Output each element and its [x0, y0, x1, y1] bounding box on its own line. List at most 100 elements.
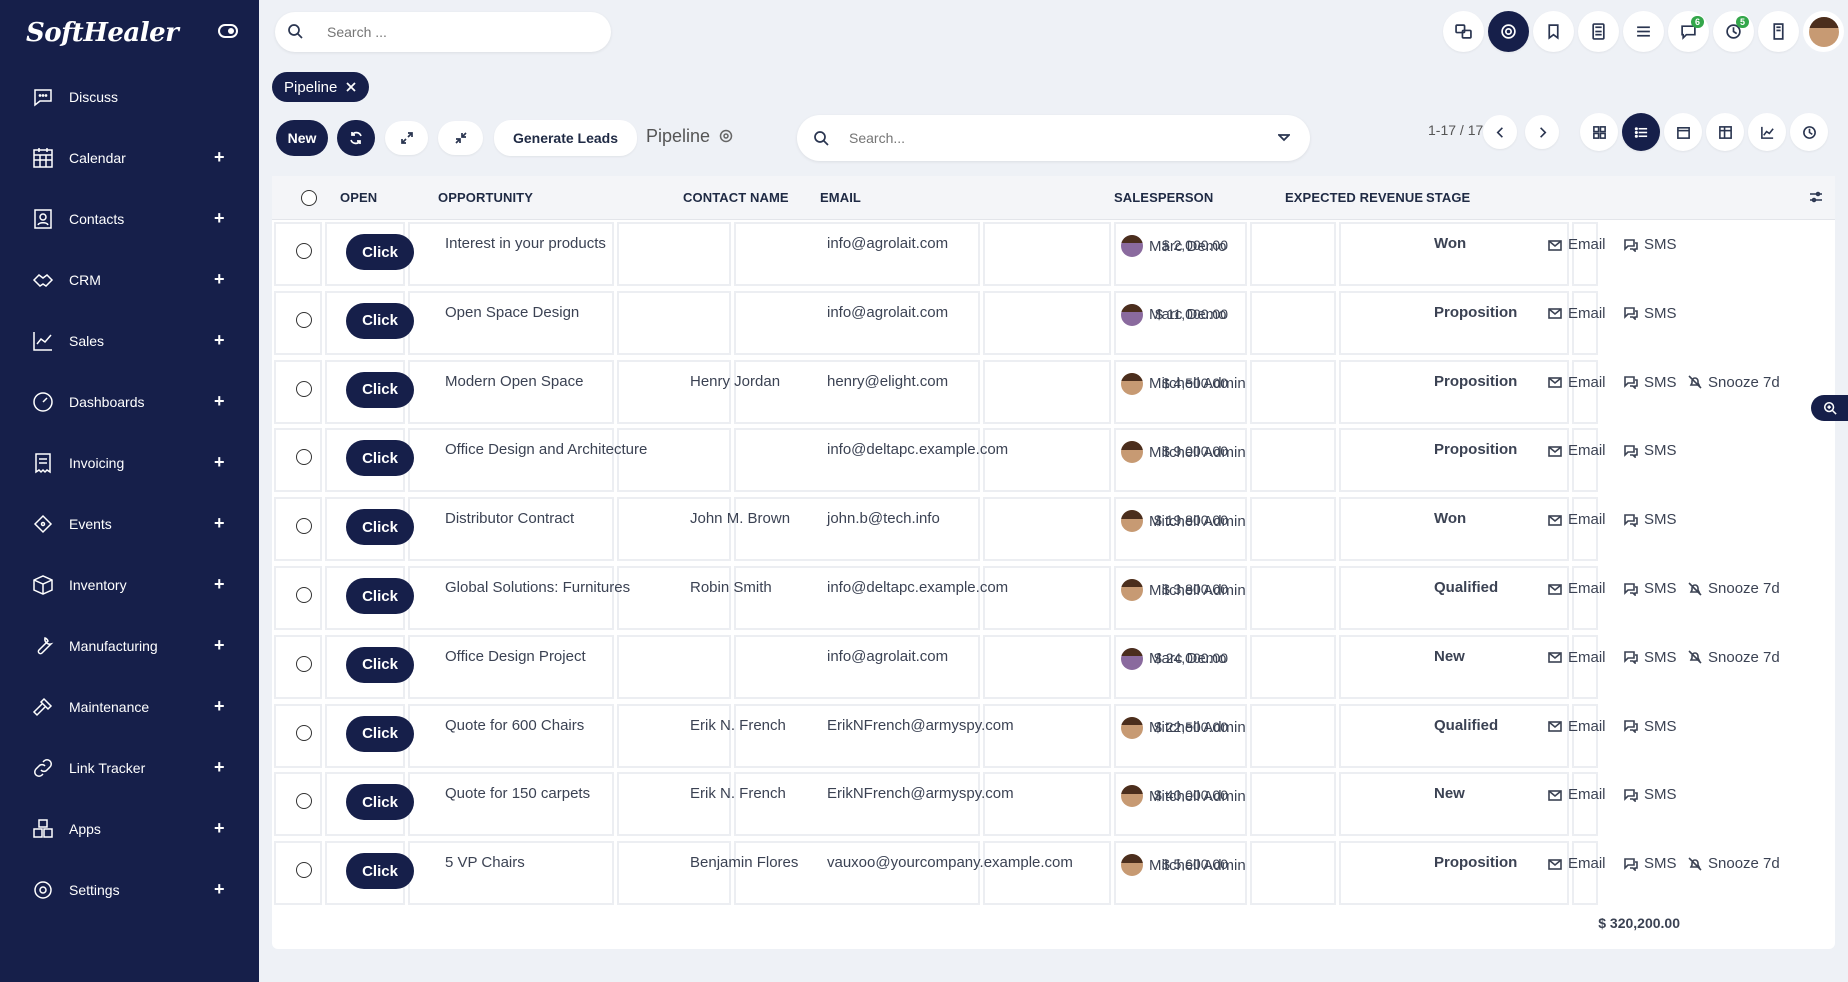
table-row[interactable]: Click Distributor Contract John M. Brown jo… — [272, 495, 1835, 564]
table-row[interactable]: Click Office Design Project info@agrolait.… — [272, 633, 1835, 702]
opportunity-name[interactable]: Interest in your products — [445, 235, 606, 252]
sidebar-item-events[interactable]: Events + — [0, 493, 259, 554]
chevron-down-icon[interactable] — [1278, 133, 1290, 143]
snooze-action[interactable]: Snooze 7d — [1688, 649, 1780, 666]
user-avatar[interactable] — [1803, 11, 1844, 52]
collapse-button[interactable] — [438, 121, 483, 155]
open-click-button[interactable]: Click — [346, 371, 414, 408]
table-row[interactable]: Click Global Solutions: Furnitures Robin S… — [272, 564, 1835, 633]
pivot-view-button[interactable] — [1706, 113, 1744, 151]
plus-icon[interactable]: + — [214, 574, 225, 595]
opportunity-name[interactable]: Quote for 150 carpets — [445, 785, 590, 802]
graph-view-button[interactable] — [1748, 113, 1786, 151]
plus-icon[interactable]: + — [214, 391, 225, 412]
table-row[interactable]: Click Office Design and Architecture info@… — [272, 426, 1835, 495]
messages-button[interactable]: 6 — [1668, 11, 1709, 52]
header-salesperson[interactable]: SALESPERSON — [1114, 190, 1213, 205]
plus-icon[interactable]: + — [214, 818, 225, 839]
snooze-action[interactable]: Snooze 7d — [1688, 374, 1780, 391]
open-click-button[interactable]: Click — [346, 440, 414, 477]
table-row[interactable]: Click Quote for 150 carpets Erik N. French… — [272, 770, 1835, 839]
open-click-button[interactable]: Click — [346, 853, 414, 890]
global-search-input[interactable] — [327, 20, 587, 44]
header-opportunity[interactable]: OPPORTUNITY — [438, 190, 533, 205]
opportunity-name[interactable]: Modern Open Space — [445, 373, 583, 390]
open-click-button[interactable]: Click — [346, 784, 414, 821]
email-value[interactable]: info@agrolait.com — [827, 648, 948, 665]
main-search[interactable] — [797, 115, 1310, 161]
prev-page-button[interactable] — [1483, 115, 1517, 149]
language-button[interactable] — [1443, 11, 1484, 52]
expand-button[interactable] — [385, 121, 428, 155]
plus-icon[interactable]: + — [214, 330, 225, 351]
breadcrumb-pipeline[interactable]: Pipeline — [272, 72, 370, 102]
opportunity-name[interactable]: Office Design and Architecture — [445, 441, 647, 458]
open-click-button[interactable]: Click — [346, 234, 414, 270]
sidebar-item-dashboards[interactable]: Dashboards + — [0, 371, 259, 432]
email-action[interactable]: Email — [1548, 786, 1606, 803]
pager-value[interactable]: 1-17 / 17 — [1428, 122, 1483, 138]
activity-view-button[interactable] — [1790, 113, 1828, 151]
plus-icon[interactable]: + — [214, 208, 225, 229]
sms-action[interactable]: SMS — [1624, 580, 1677, 597]
todo-button[interactable] — [1623, 11, 1664, 52]
row-select-radio[interactable] — [296, 380, 312, 397]
header-email[interactable]: EMAIL — [820, 190, 861, 205]
settings-button[interactable] — [1488, 11, 1529, 52]
header-contact[interactable]: CONTACT NAME — [683, 190, 789, 205]
sidebar-item-crm[interactable]: CRM + — [0, 249, 259, 310]
sms-action[interactable]: SMS — [1624, 305, 1677, 322]
table-row[interactable]: Click Open Space Design info@agrolait.com M… — [272, 289, 1835, 358]
calendar-view-button[interactable] — [1664, 113, 1702, 151]
email-value[interactable]: vauxoo@yourcompany.example.com — [827, 854, 1073, 871]
sidebar-item-maintenance[interactable]: Maintenance + — [0, 676, 259, 737]
open-click-button[interactable]: Click — [346, 302, 414, 339]
sidebar-item-settings[interactable]: Settings + — [0, 859, 259, 920]
email-action[interactable]: Email — [1548, 649, 1606, 666]
sms-action[interactable]: SMS — [1624, 236, 1677, 253]
snooze-action[interactable]: Snooze 7d — [1688, 855, 1780, 872]
plus-icon[interactable]: + — [214, 757, 225, 778]
plus-icon[interactable]: + — [214, 879, 225, 900]
sidebar-item-apps[interactable]: Apps + — [0, 798, 259, 859]
sidebar-item-invoicing[interactable]: Invoicing + — [0, 432, 259, 493]
email-value[interactable]: ErikNFrench@armyspy.com — [827, 717, 1014, 734]
sidebar-toggle-icon[interactable] — [218, 24, 238, 38]
sms-action[interactable]: SMS — [1624, 442, 1677, 459]
email-value[interactable]: info@deltapc.example.com — [827, 579, 1008, 596]
sidebar-item-contacts[interactable]: Contacts + — [0, 188, 259, 249]
sidebar-item-link-tracker[interactable]: Link Tracker + — [0, 737, 259, 798]
refresh-button[interactable] — [337, 120, 375, 156]
activities-button[interactable]: 5 — [1713, 11, 1754, 52]
email-action[interactable]: Email — [1548, 442, 1606, 459]
email-action[interactable]: Email — [1548, 305, 1606, 322]
snooze-action[interactable]: Snooze 7d — [1688, 580, 1780, 597]
column-settings-icon[interactable] — [1809, 190, 1823, 204]
row-select-radio[interactable] — [296, 311, 312, 328]
new-button[interactable]: New — [276, 120, 328, 156]
sidebar-item-manufacturing[interactable]: Manufacturing + — [0, 615, 259, 676]
table-row[interactable]: Click Quote for 600 Chairs Erik N. French E… — [272, 702, 1835, 771]
zoom-button[interactable] — [1811, 395, 1848, 421]
plus-icon[interactable]: + — [214, 147, 225, 168]
header-revenue[interactable]: EXPECTED REVENUE — [1285, 190, 1423, 205]
email-action[interactable]: Email — [1548, 580, 1606, 597]
sms-action[interactable]: SMS — [1624, 374, 1677, 391]
header-open[interactable]: OPEN — [340, 190, 377, 205]
row-select-radio[interactable] — [296, 724, 312, 741]
close-icon[interactable] — [345, 81, 357, 93]
plus-icon[interactable]: + — [214, 269, 225, 290]
email-action[interactable]: Email — [1548, 855, 1606, 872]
row-select-radio[interactable] — [296, 587, 312, 603]
next-page-button[interactable] — [1525, 115, 1559, 149]
email-action[interactable]: Email — [1548, 718, 1606, 735]
sms-action[interactable]: SMS — [1624, 511, 1677, 528]
email-action[interactable]: Email — [1548, 236, 1606, 253]
kanban-view-button[interactable] — [1580, 113, 1618, 151]
opportunity-name[interactable]: Global Solutions: Furnitures — [445, 579, 630, 596]
opportunity-name[interactable]: Open Space Design — [445, 304, 579, 321]
row-select-radio[interactable] — [296, 655, 312, 672]
email-value[interactable]: info@agrolait.com — [827, 304, 948, 321]
table-row[interactable]: Click Modern Open Space Henry Jordan henry@… — [272, 358, 1835, 427]
opportunity-name[interactable]: Office Design Project — [445, 648, 586, 665]
